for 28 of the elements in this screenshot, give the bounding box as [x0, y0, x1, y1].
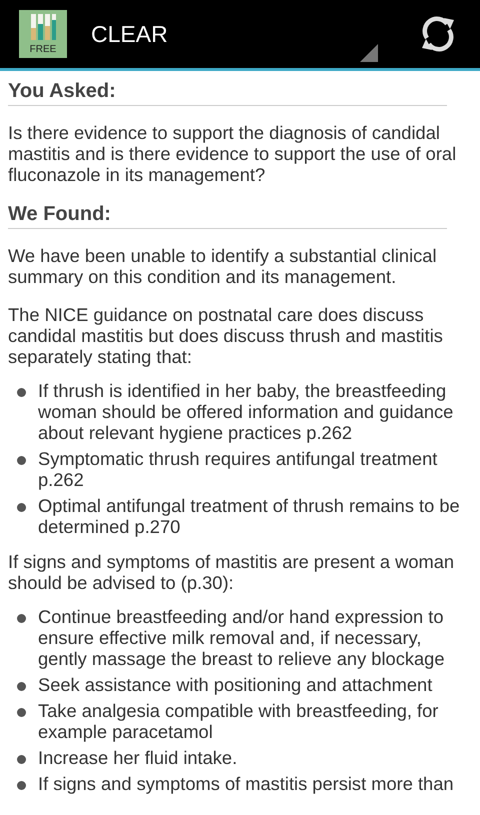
paragraph: The NICE guidance on postnatal care does discuss candidal mastitis but does discuss thrush and mastitis separately stating that:: [8, 304, 444, 367]
list-item-text: Continue breastfeeding and/or hand expression to ensure effective milk removal and, if necessary, gently massage the breast to relieve any blockage: [38, 606, 446, 669]
paragraph: Is there evidence to support the diagnosis of candidal mastitis and is there evidence to support the use of oral fluconazole in its management?: [8, 122, 458, 185]
refresh-icon[interactable]: [420, 16, 456, 52]
list-item-text: If thrush is identified in her baby, the breastfeeding woman should be offered information and guidance about relevant hygiene practices p.262: [38, 380, 454, 443]
bullet-icon: [17, 755, 26, 764]
list-item-text: Take analgesia compatible with breastfeeding, for example paracetamol: [38, 700, 440, 742]
paragraph: If signs and symptoms of mastitis are present a woman should be advised to (p.30):: [8, 551, 456, 593]
app-title: CLEAR: [91, 20, 169, 48]
bullet-icon: [17, 388, 26, 397]
list-item-text: If signs and symptoms of mastitis persist more than: [38, 773, 454, 794]
bullet-icon: [17, 503, 26, 512]
app-badge-label: FREE: [30, 44, 56, 56]
list-item-text: Symptomatic thrush requires antifungal treatment p.262: [38, 448, 438, 490]
list-item-text: Seek assistance with positioning and attachment: [38, 674, 432, 695]
list-item-text: Optimal antifungal treatment of thrush remains to be determined p.270: [38, 495, 461, 537]
app-icon[interactable]: FREE: [19, 10, 67, 58]
bullet-icon: [17, 708, 26, 717]
overflow-triangle-icon[interactable]: [360, 44, 378, 62]
list-item-text: Increase her fluid intake.: [38, 747, 238, 768]
bullet-icon: [17, 781, 26, 790]
bullet-icon: [17, 614, 26, 623]
paragraph: We have been unable to identify a substantial clinical summary on this condition and its management.: [8, 245, 438, 287]
section-heading: We Found:: [8, 202, 112, 226]
bullet-icon: [17, 456, 26, 465]
bullet-icon: [17, 682, 26, 691]
section-heading: You Asked:: [8, 79, 117, 103]
vials-icon: [28, 12, 58, 42]
